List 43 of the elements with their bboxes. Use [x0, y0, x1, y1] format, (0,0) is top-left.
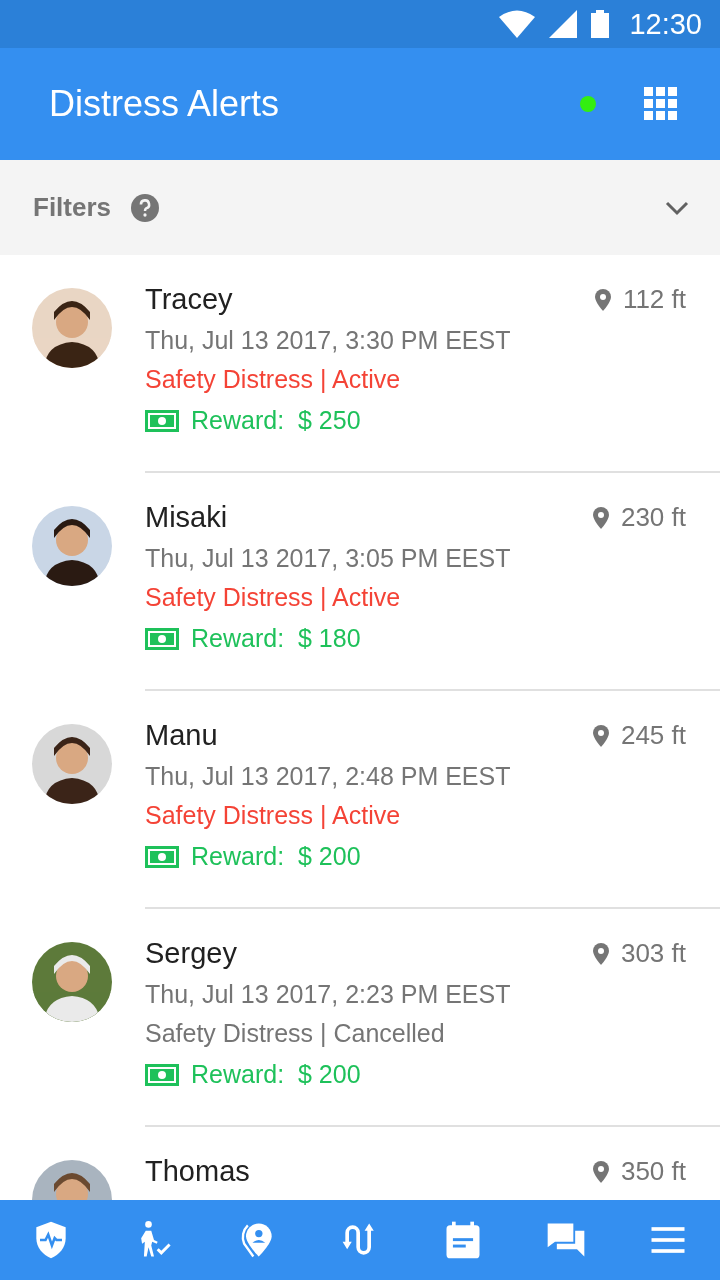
signal-icon	[549, 10, 578, 38]
alert-name: Manu	[145, 719, 218, 752]
filters-label: Filters	[33, 192, 112, 223]
alert-name: Tracey	[145, 283, 233, 316]
alert-reward: Reward: $ 200	[191, 1060, 361, 1089]
alert-item[interactable]: Tracey 112 ft Thu, Jul 13 2017, 3:30 PM EEST Safety Distress | Active Reward: $ 250	[0, 255, 720, 473]
alert-status: Safety Distress | Cancelled	[145, 1019, 446, 1048]
cash-icon	[145, 627, 179, 650]
status-time: 12:30	[629, 7, 702, 41]
alert-time: Thu, Jul 13 2017, 3:05 PM EEST	[145, 544, 512, 573]
alert-name: Thomas	[145, 1155, 250, 1188]
alert-time: Thu, Jul 13 2017, 2:23 PM EEST	[145, 980, 512, 1009]
alert-time: Thu, Jul 13 2017, 2:48 PM EEST	[145, 762, 512, 791]
location-pin-icon	[592, 506, 609, 529]
wifi-icon	[499, 10, 536, 38]
help-icon[interactable]	[131, 193, 160, 222]
alert-reward: Reward: $ 200	[191, 842, 361, 871]
alert-distance: 303 ft	[620, 938, 686, 969]
alert-name: Sergey	[145, 937, 237, 970]
alert-reward: Reward: $ 250	[191, 406, 361, 435]
alert-item[interactable]: Sergey 303 ft Thu, Jul 13 2017, 2:23 PM EEST Safety Distress | Cancelled Reward: $ 200	[0, 909, 720, 1127]
alert-status: Safety Distress | Active	[145, 365, 402, 394]
alert-time: Thu, Jul 13 2017, 3:30 PM EEST	[145, 326, 512, 355]
cash-icon	[145, 409, 179, 432]
grid-icon	[644, 87, 678, 121]
alert-distance: 350 ft	[620, 1156, 686, 1187]
location-pin-icon	[592, 1160, 609, 1183]
cash-icon	[145, 845, 179, 868]
alert-status: Safety Distress | Active	[145, 801, 402, 830]
alert-item[interactable]: Manu 245 ft Thu, Jul 13 2017, 2:48 PM EEST Safety Distress | Active Reward: $ 200	[0, 691, 720, 909]
location-pin-icon	[594, 288, 611, 311]
app-title: Distress Alerts	[49, 83, 281, 125]
cash-icon	[145, 1063, 179, 1086]
location-pin-icon	[592, 942, 609, 965]
alert-name: Misaki	[145, 501, 228, 534]
location-pin-icon	[592, 724, 609, 747]
alert-status: Safety Distress | Active	[145, 583, 402, 612]
alert-distance: 230 ft	[620, 502, 686, 533]
alert-reward: Reward: $ 180	[191, 624, 361, 653]
alert-item[interactable]: Misaki 230 ft Thu, Jul 13 2017, 3:05 PM EEST Safety Distress | Active Reward: $ 180	[0, 473, 720, 691]
alert-distance: 112 ft	[622, 284, 686, 315]
alert-distance: 245 ft	[620, 720, 686, 751]
battery-icon	[591, 10, 610, 38]
